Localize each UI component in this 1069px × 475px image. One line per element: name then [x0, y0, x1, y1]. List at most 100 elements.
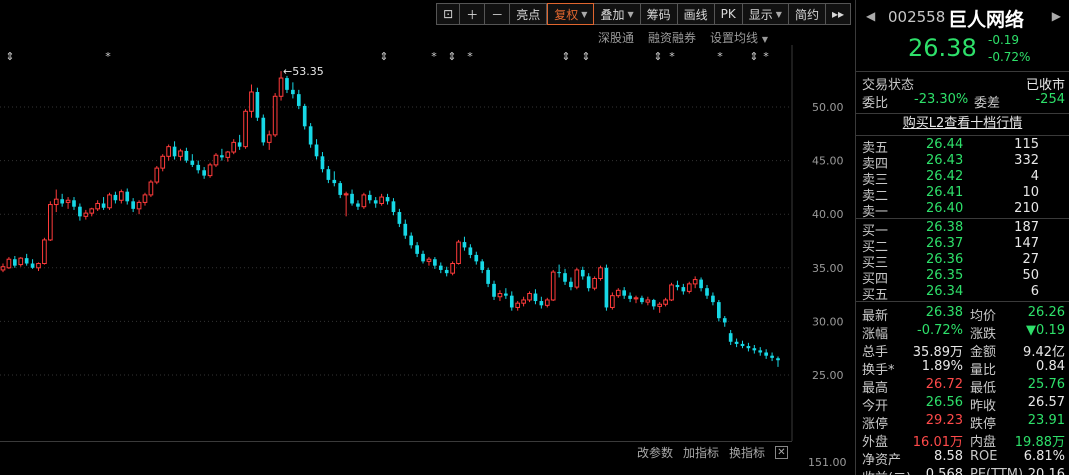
highlights-button[interactable]: 亮点	[510, 3, 548, 25]
kline-chart-area[interactable]: ⊡ ＋ － 亮点 复权 ▼ 叠加 ▼ 筹码 画线 PK 显示 ▼ 简约 ▸▸ 深股通 …	[0, 0, 853, 475]
candle[interactable]	[308, 123, 313, 148]
candle[interactable]	[415, 242, 419, 258]
candle[interactable]	[550, 269, 556, 302]
candle[interactable]	[142, 192, 148, 206]
candle[interactable]	[474, 251, 479, 265]
candle[interactable]	[272, 93, 278, 138]
candle[interactable]	[764, 349, 769, 359]
candle[interactable]	[409, 232, 414, 249]
candle[interactable]	[53, 189, 59, 213]
candle[interactable]	[196, 160, 201, 174]
candle[interactable]	[699, 277, 703, 292]
candle[interactable]	[521, 296, 526, 307]
candle[interactable]	[231, 139, 237, 155]
candle[interactable]	[356, 200, 360, 210]
event-marker-icon[interactable]: *	[717, 50, 723, 63]
candle[interactable]	[438, 262, 443, 274]
candle[interactable]	[444, 266, 449, 277]
candle[interactable]	[651, 298, 656, 310]
candle[interactable]	[497, 290, 503, 302]
candle[interactable]	[0, 263, 6, 273]
candle[interactable]	[36, 262, 41, 272]
candle[interactable]	[83, 209, 89, 220]
candle[interactable]	[125, 188, 130, 205]
candle[interactable]	[563, 268, 567, 285]
display-button[interactable]: 显示 ▼	[742, 3, 789, 25]
candle[interactable]	[486, 267, 490, 288]
candle[interactable]	[468, 244, 473, 259]
event-marker-icon[interactable]: *	[669, 50, 675, 63]
candle[interactable]	[480, 259, 485, 274]
candle[interactable]	[18, 257, 24, 267]
candle[interactable]	[657, 302, 663, 313]
candle[interactable]	[379, 193, 384, 206]
candle[interactable]	[373, 197, 378, 208]
candlestick-chart[interactable]: 50.00 45.00 40.00 35.00 30.00 25.00 ←53.35 ⇕ * ⇕ *…	[0, 45, 853, 441]
candle[interactable]	[285, 75, 289, 94]
candle[interactable]	[681, 283, 686, 295]
candle[interactable]	[326, 165, 331, 184]
candle[interactable]	[314, 139, 319, 160]
candle[interactable]	[622, 287, 627, 299]
candle[interactable]	[60, 193, 64, 207]
candle[interactable]	[154, 165, 160, 185]
candle[interactable]	[544, 297, 550, 308]
draw-line-button[interactable]: 画线	[677, 3, 715, 25]
candle[interactable]	[12, 256, 17, 268]
candle[interactable]	[403, 219, 408, 239]
candle[interactable]	[338, 180, 343, 199]
candle[interactable]	[776, 356, 780, 367]
candle[interactable]	[557, 264, 561, 278]
candle[interactable]	[717, 299, 721, 322]
hk-connect-link[interactable]: 深股通	[598, 29, 634, 46]
candle[interactable]	[131, 198, 135, 213]
candle[interactable]	[190, 154, 195, 168]
candle[interactable]	[640, 295, 644, 305]
candle[interactable]	[462, 236, 467, 251]
candle[interactable]	[450, 261, 455, 276]
candle[interactable]	[740, 340, 745, 349]
event-marker-icon[interactable]: ⇕	[653, 50, 662, 63]
event-marker-icon[interactable]: *	[431, 50, 437, 63]
candle[interactable]	[361, 192, 367, 209]
event-marker-icon[interactable]: ⇕	[561, 50, 570, 63]
candle[interactable]	[586, 273, 591, 292]
event-marker-icon[interactable]: ⇕	[5, 50, 14, 63]
candle[interactable]	[610, 292, 615, 310]
pk-button[interactable]: PK	[714, 3, 743, 25]
simple-button[interactable]: 简约	[788, 3, 826, 25]
switch-indicator-link[interactable]: 换指标	[729, 444, 765, 461]
chips-button[interactable]: 筹码	[640, 3, 678, 25]
candle[interactable]	[385, 193, 390, 205]
overlay-button[interactable]: 叠加 ▼	[594, 3, 641, 25]
candle[interactable]	[24, 253, 29, 266]
candle[interactable]	[509, 291, 514, 311]
candle[interactable]	[663, 297, 668, 307]
candle[interactable]	[220, 148, 224, 161]
candle[interactable]	[291, 82, 295, 99]
candle[interactable]	[391, 198, 396, 216]
candle[interactable]	[243, 109, 248, 149]
event-marker-icon[interactable]: *	[763, 50, 769, 63]
candle[interactable]	[78, 203, 82, 221]
candle[interactable]	[686, 281, 692, 294]
candle[interactable]	[302, 103, 307, 130]
candle[interactable]	[645, 296, 651, 306]
candle[interactable]	[456, 239, 461, 265]
candle[interactable]	[574, 267, 580, 290]
prev-stock-icon[interactable]: ◀	[866, 9, 875, 23]
expand-button[interactable]: ▸▸	[825, 3, 851, 25]
candle[interactable]	[426, 257, 432, 266]
candle[interactable]	[89, 207, 95, 217]
candle[interactable]	[255, 87, 260, 121]
candle[interactable]	[160, 154, 166, 172]
close-icon[interactable]: ✕	[775, 446, 788, 459]
candle[interactable]	[615, 288, 621, 298]
candle[interactable]	[296, 89, 301, 110]
event-marker-icon[interactable]: *	[467, 50, 473, 63]
candle[interactable]	[42, 237, 47, 265]
candle[interactable]	[95, 200, 100, 211]
candle[interactable]	[72, 197, 76, 210]
candle[interactable]	[320, 152, 325, 173]
candle[interactable]	[734, 338, 739, 348]
